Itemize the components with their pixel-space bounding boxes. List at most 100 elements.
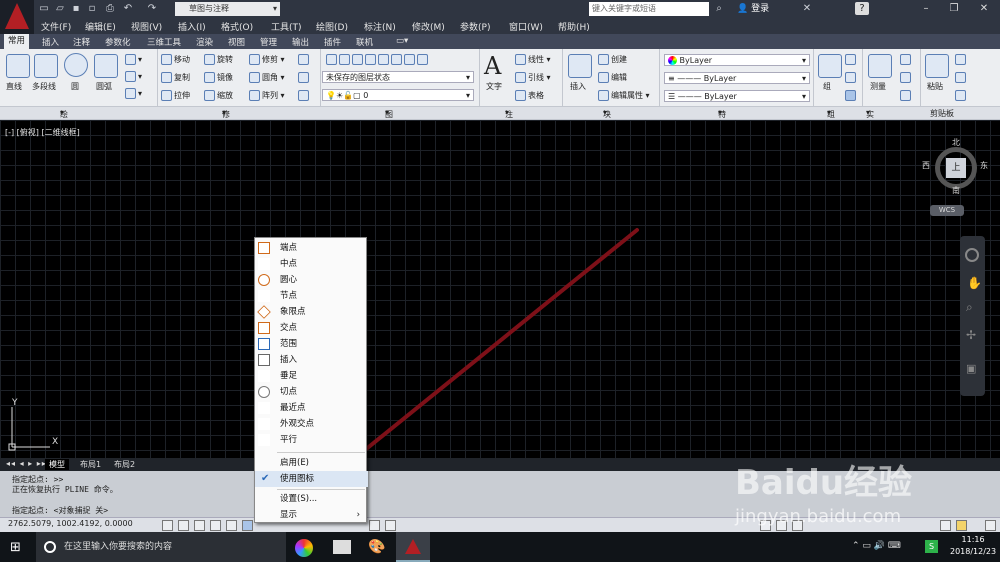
- layer-properties-icon[interactable]: [326, 54, 430, 65]
- offset-icon[interactable]: [298, 90, 311, 101]
- match-properties-icon[interactable]: [955, 90, 968, 101]
- insert-block-icon[interactable]: [568, 54, 592, 78]
- orbit-icon[interactable]: ✢: [966, 328, 976, 342]
- explode-icon[interactable]: [298, 72, 311, 83]
- tab-manage[interactable]: 管理: [260, 36, 277, 48]
- scale-button[interactable]: 缩放: [204, 90, 233, 101]
- arc-icon[interactable]: [94, 54, 118, 78]
- tab-insert[interactable]: 插入: [42, 36, 59, 48]
- layer-state-select[interactable]: 未保存的图层状态 ▾: [322, 71, 474, 83]
- paste-button[interactable]: 粘贴: [927, 81, 943, 92]
- array-button[interactable]: 阵列 ▾: [249, 90, 285, 101]
- boundary-icon[interactable]: ▾: [125, 88, 142, 99]
- steering-wheel-icon[interactable]: [965, 248, 979, 262]
- lineweight-select[interactable]: ☰ ——— ByLayer ▾: [664, 90, 810, 102]
- text-button[interactable]: 文字: [486, 81, 502, 92]
- redo-icon[interactable]: ↷: [145, 2, 159, 15]
- tab-layout2[interactable]: 布局2: [110, 459, 139, 470]
- menu-item-settings[interactable]: 设置(S)...: [255, 491, 368, 507]
- menu-item-endpoint[interactable]: 端点: [255, 240, 368, 256]
- group-select-icon[interactable]: [845, 90, 858, 101]
- menu-item-extension[interactable]: 范围: [255, 336, 368, 352]
- lineweight-toggle-icon[interactable]: [385, 520, 396, 531]
- calculator-icon[interactable]: [900, 90, 913, 101]
- copy-clip-icon[interactable]: [955, 72, 968, 83]
- lock-icon[interactable]: [940, 520, 951, 531]
- panel-properties[interactable]: 特性 ▾: [718, 108, 726, 130]
- leader-button[interactable]: 引线 ▾: [515, 72, 551, 83]
- menu-parametric[interactable]: 参数(P): [460, 20, 490, 33]
- select-all-icon[interactable]: [900, 72, 913, 83]
- search-input[interactable]: 键入关键字或短语: [589, 2, 709, 16]
- print-icon[interactable]: ⎙: [103, 2, 117, 15]
- menu-file[interactable]: 文件(F): [41, 20, 71, 33]
- insert-block-button[interactable]: 插入: [570, 81, 586, 92]
- workspace-select[interactable]: 草图与注释 ▾: [175, 2, 280, 16]
- osnap-icon[interactable]: [242, 520, 253, 531]
- create-block-button[interactable]: 创建: [598, 54, 627, 65]
- snap-icon[interactable]: [178, 520, 189, 531]
- close-icon[interactable]: ✕: [970, 0, 998, 18]
- fillet-button[interactable]: 圆角 ▾: [249, 72, 285, 83]
- tab-output[interactable]: 输出: [292, 36, 309, 48]
- viewcube[interactable]: 上 北 南 东 西 WCS: [920, 137, 992, 217]
- infer-icon[interactable]: [162, 520, 173, 531]
- panel-groups[interactable]: 组 ▾: [827, 108, 835, 119]
- menu-format[interactable]: 格式(O): [221, 20, 253, 33]
- polar-icon[interactable]: [226, 520, 237, 531]
- paste-icon[interactable]: [925, 54, 949, 78]
- menu-item-use-icons[interactable]: ✔ 使用图标: [255, 471, 368, 487]
- coordinates-readout[interactable]: 2762.5079, 1002.4192, 0.0000: [8, 519, 133, 528]
- polyline-icon[interactable]: [34, 54, 58, 78]
- menu-item-enable[interactable]: 启用(E): [255, 455, 368, 471]
- open-file-icon[interactable]: ▱: [53, 2, 67, 15]
- otrack-icon[interactable]: [369, 520, 380, 531]
- move-button[interactable]: 移动: [161, 54, 190, 65]
- panel-annotation[interactable]: 注释 ▾: [505, 108, 513, 130]
- viewcube-face[interactable]: 上: [946, 158, 966, 178]
- menu-item-parallel[interactable]: 平行: [255, 432, 368, 448]
- tab-view[interactable]: 视图: [228, 36, 245, 48]
- menu-item-midpoint[interactable]: 中点: [255, 256, 368, 272]
- linetype-select[interactable]: ≡ ——— ByLayer ▾: [664, 72, 810, 84]
- linear-dim-button[interactable]: 线性 ▾: [515, 54, 551, 65]
- text-icon[interactable]: A: [484, 52, 501, 80]
- menu-item-apparent-intersection[interactable]: 外观交点: [255, 416, 368, 432]
- compass-north[interactable]: 北: [952, 137, 960, 148]
- menu-help[interactable]: 帮助(H): [558, 20, 590, 33]
- windows-start-icon[interactable]: ⊞: [10, 540, 21, 555]
- menu-item-center[interactable]: 圆心: [255, 272, 368, 288]
- edit-attributes-button[interactable]: 编辑属性 ▾: [598, 90, 650, 101]
- restore-icon[interactable]: ❐: [940, 0, 968, 18]
- edit-block-button[interactable]: 编辑: [598, 72, 627, 83]
- menu-item-display[interactable]: 显示 ›: [255, 507, 368, 523]
- tab-render[interactable]: 渲染: [196, 36, 213, 48]
- menu-tools[interactable]: 工具(T): [271, 20, 302, 33]
- wcs-menu[interactable]: WCS: [930, 205, 964, 216]
- line-button[interactable]: 直线: [6, 81, 22, 92]
- taskbar-clock[interactable]: 11:16 2018/12/23: [950, 534, 996, 558]
- tab-annotate[interactable]: 注释: [73, 36, 90, 48]
- group-edit-icon[interactable]: [845, 72, 858, 83]
- help-icon[interactable]: ?: [855, 2, 869, 15]
- menu-item-perpendicular[interactable]: 垂足: [255, 368, 368, 384]
- app-clapper-icon[interactable]: [333, 540, 351, 554]
- menu-item-quadrant[interactable]: 象限点: [255, 304, 368, 320]
- taskbar-search-input[interactable]: 在这里输入你要搜索的内容: [36, 532, 286, 562]
- app-paint-icon[interactable]: 🎨: [368, 539, 385, 555]
- menu-item-node[interactable]: 节点: [255, 288, 368, 304]
- polyline-button[interactable]: 多段线: [32, 81, 56, 92]
- new-file-icon[interactable]: ▭: [37, 2, 51, 15]
- panel-block[interactable]: 块 ▾: [603, 108, 611, 119]
- ortho-icon[interactable]: [210, 520, 221, 531]
- login-button[interactable]: 👤 登录: [737, 1, 769, 17]
- taskbar-autocad-button[interactable]: [396, 532, 430, 562]
- panel-draw[interactable]: 绘图 ▾: [60, 108, 68, 130]
- tab-layout1[interactable]: 布局1: [76, 459, 105, 470]
- color-select[interactable]: ByLayer ▾: [664, 54, 810, 66]
- hardware-acceleration-icon[interactable]: [956, 520, 967, 531]
- menu-item-insertion[interactable]: 插入: [255, 352, 368, 368]
- panel-utilities[interactable]: 实用工具 ▾: [866, 108, 874, 152]
- layer-select[interactable]: 💡☀🔓▢ 0 ▾: [322, 89, 474, 101]
- compass-west[interactable]: 西: [922, 160, 930, 171]
